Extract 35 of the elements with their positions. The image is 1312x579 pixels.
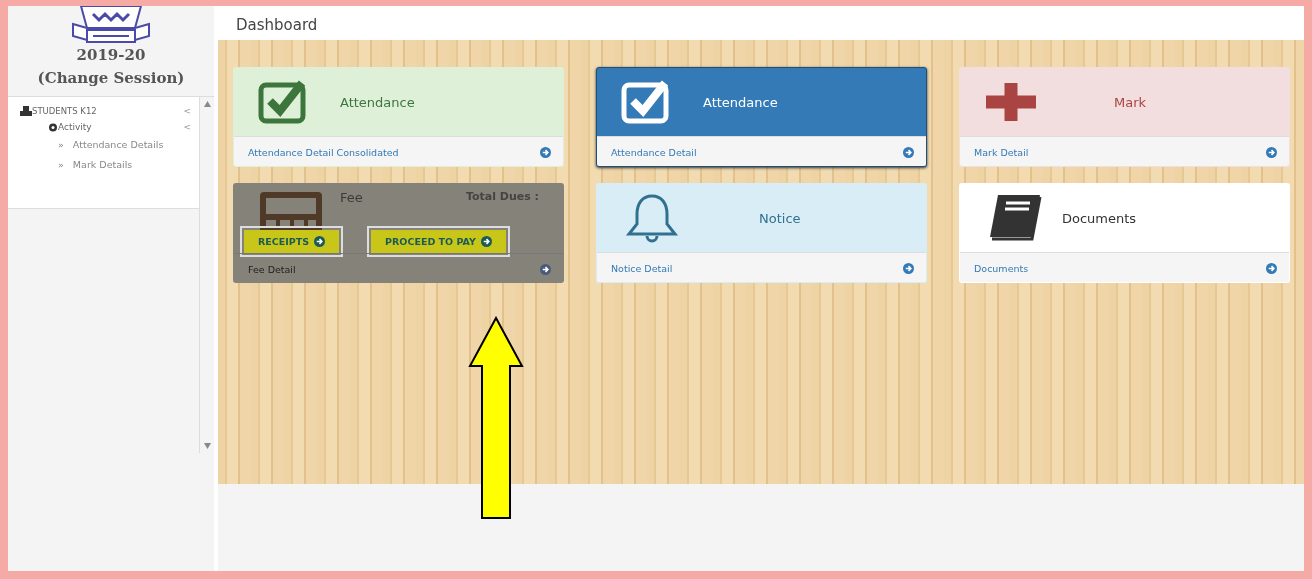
card-title: Fee	[340, 190, 363, 205]
menu-link[interactable]: » Mark Details	[8, 155, 199, 175]
caret-icon[interactable]: <	[183, 106, 191, 116]
card-footer-link[interactable]: Attendance Detail	[597, 136, 926, 166]
gear-icon	[48, 122, 58, 132]
cubes-icon	[20, 106, 32, 116]
card-title: Attendance	[340, 94, 415, 110]
total-dues-label: Total Dues :	[465, 190, 539, 203]
scroll-up-icon[interactable]	[203, 101, 211, 107]
card-title: Notice	[759, 210, 801, 226]
menu-link[interactable]: » Attendance Details	[8, 135, 199, 155]
arrow-circle-icon	[540, 263, 551, 275]
card-title: Mark	[1114, 94, 1147, 110]
change-session-link[interactable]: (Change Session)	[8, 67, 214, 90]
plus-icon	[984, 81, 1038, 123]
card-footer-link[interactable]: Notice Detail	[597, 252, 926, 282]
menu-item[interactable]: STUDENTS K12	[32, 106, 178, 116]
arrow-circle-icon	[1266, 262, 1277, 274]
arrow-circle-icon	[903, 262, 914, 274]
session-year: 2019-20	[75, 45, 147, 66]
arrow-circle-icon	[314, 236, 326, 247]
card-footer-link[interactable]: Documents	[960, 252, 1289, 282]
arrow-circle-icon	[480, 236, 492, 247]
arrow-circle-icon	[1266, 146, 1277, 158]
arrow-circle-icon	[903, 146, 914, 158]
card-title: Documents	[1062, 210, 1137, 226]
card-title: Attendance	[703, 94, 778, 110]
card-footer-link[interactable]: Mark Detail	[960, 136, 1289, 166]
arrow-circle-icon	[540, 146, 551, 158]
scroll-down-icon[interactable]	[203, 443, 211, 449]
submenu-item[interactable]: Activity	[58, 122, 178, 132]
card-footer-link[interactable]: Attendance Detail Consolidated	[234, 136, 563, 166]
caret-icon[interactable]: <	[183, 122, 191, 132]
page-title: Dashboard	[235, 15, 319, 36]
card-footer-link[interactable]: Fee Detail	[234, 253, 563, 282]
